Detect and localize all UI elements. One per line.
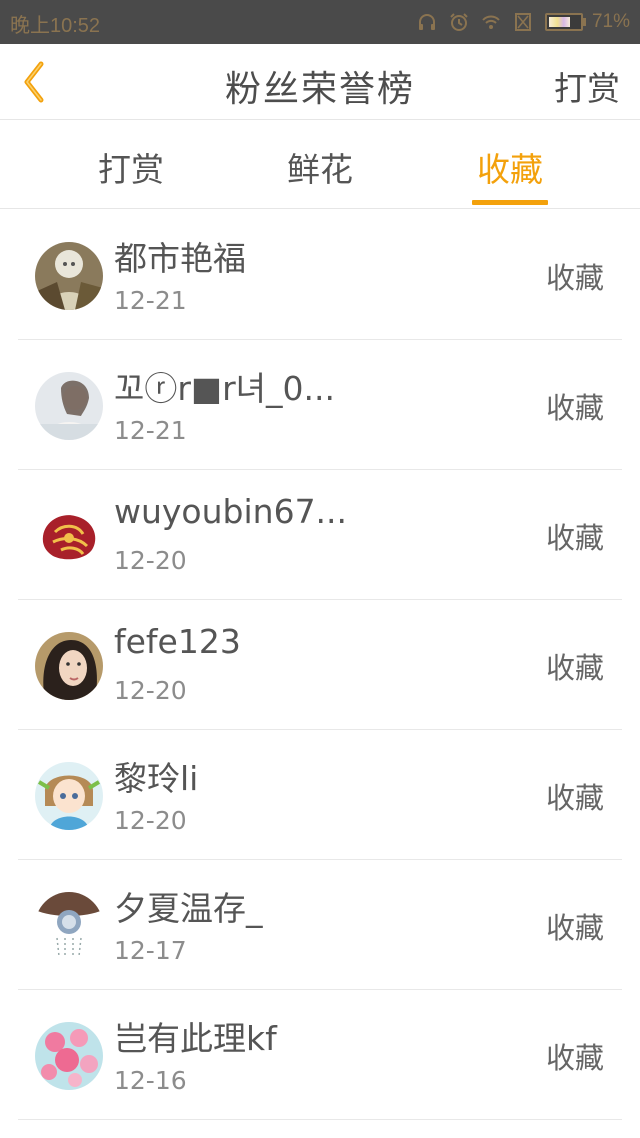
tab-flowers[interactable]: 鲜花 [283, 121, 357, 209]
fan-date: 12-20 [114, 546, 187, 575]
avatar[interactable] [35, 502, 103, 570]
battery-indicator: 71% [544, 11, 630, 33]
fan-list: 都市艳福 12-21 收藏 꼬ⓡr■r녀_0... 12-21 收藏 wuyou… [0, 210, 640, 1120]
no-sim-icon [513, 12, 533, 32]
fan-action-label: 收藏 [545, 521, 604, 555]
tab-reward[interactable]: 打赏 [94, 121, 168, 209]
list-item[interactable]: 夕夏温存_ 12-17 收藏 [18, 860, 622, 990]
list-item[interactable]: 黎玲li 12-20 收藏 [18, 730, 622, 860]
alarm-icon [449, 12, 469, 32]
battery-percent: 71% [591, 11, 630, 32]
battery-level [548, 17, 570, 27]
tab-label: 打赏 [98, 150, 164, 189]
tab-bar: 打赏 鲜花 收藏 [0, 121, 640, 209]
page-title: 粉丝荣誉榜 [224, 69, 415, 110]
fan-date: 12-17 [114, 936, 187, 965]
avatar[interactable] [35, 892, 103, 960]
battery-icon [544, 13, 583, 31]
fan-name: 꼬ⓡr■r녀_0... [114, 369, 335, 408]
fan-date: 12-20 [114, 806, 187, 835]
list-item[interactable]: 꼬ⓡr■r녀_0... 12-21 收藏 [18, 340, 622, 470]
avatar[interactable] [35, 372, 103, 440]
fan-name: 黎玲li [114, 759, 199, 798]
tab-favorites[interactable]: 收藏 [472, 121, 548, 209]
fan-name: 岂有此理kf [114, 1019, 277, 1058]
list-item[interactable]: 都市艳福 12-21 收藏 [18, 210, 622, 340]
fan-name: 都市艳福 [114, 239, 246, 278]
avatar[interactable] [35, 1022, 103, 1090]
fan-action-label: 收藏 [545, 651, 604, 685]
avatar[interactable] [35, 632, 103, 700]
tab-label: 鲜花 [287, 150, 353, 189]
list-item[interactable]: fefe123 12-20 收藏 [18, 600, 622, 730]
fan-name: wuyoubin67... [114, 492, 348, 531]
tab-label: 收藏 [477, 150, 543, 189]
status-bar: 晚上10:52 71% [0, 0, 640, 44]
fan-date: 12-21 [114, 416, 187, 445]
status-time: 晚上10:52 [10, 15, 101, 37]
fan-action-label: 收藏 [545, 391, 604, 425]
fan-date: 12-20 [114, 676, 187, 705]
list-item[interactable]: 岂有此理kf 12-16 收藏 [18, 990, 622, 1120]
avatar[interactable] [35, 242, 103, 310]
headphones-icon [417, 12, 437, 32]
fan-name: 夕夏温存_ [114, 889, 263, 928]
list-item[interactable]: wuyoubin67... 12-20 收藏 [18, 470, 622, 600]
fan-action-label: 收藏 [545, 911, 604, 945]
fan-date: 12-21 [114, 286, 187, 315]
active-tab-indicator [472, 200, 548, 205]
status-icons: 71% [417, 8, 630, 36]
fan-action-label: 收藏 [545, 261, 604, 295]
fan-name: fefe123 [114, 622, 241, 661]
reward-button[interactable]: 打赏 [554, 62, 620, 110]
fan-action-label: 收藏 [545, 781, 604, 815]
fan-date: 12-16 [114, 1066, 187, 1095]
wifi-icon [481, 12, 501, 32]
app-header: 粉丝荣誉榜 打赏 [0, 44, 640, 120]
avatar[interactable] [35, 762, 103, 830]
fan-action-label: 收藏 [545, 1041, 604, 1075]
